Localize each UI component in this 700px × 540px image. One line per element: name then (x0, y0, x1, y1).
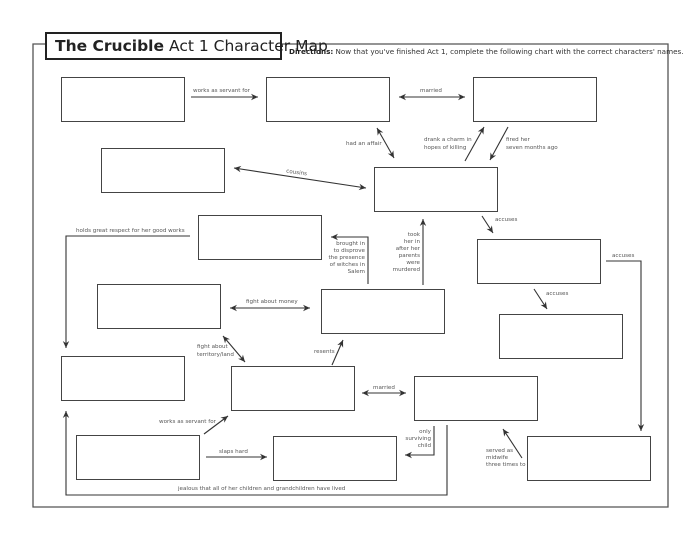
label-resents: resents (314, 349, 335, 355)
title-bold: The Crucible (55, 37, 164, 55)
label-line: were (406, 260, 420, 266)
character-box-10[interactable] (499, 314, 623, 359)
label-married-2: married (373, 385, 395, 391)
label-line: her in (403, 239, 420, 245)
label-fight-land-2: territory/land (197, 352, 234, 358)
character-box-9[interactable] (321, 289, 445, 334)
label-accuses-1: accuses (495, 217, 518, 223)
label-had-affair: had an affair (346, 141, 382, 147)
label-slaps-hard: slaps hard (219, 449, 248, 455)
label-brought-in: brought in to disprove the presence of w… (325, 241, 365, 276)
label-line: midwife (486, 455, 509, 461)
arrow-accuses-1 (481, 215, 494, 234)
label-works-as-servant-1: works as servant for (193, 88, 250, 94)
label-line: three times to (486, 462, 526, 468)
label-line: child (417, 443, 431, 449)
label-drank-charm-2: hopes of killing (424, 145, 467, 151)
label-drank-charm-1: drank a charm in (424, 137, 472, 143)
label-line: murdered (392, 267, 420, 273)
arrow-drank-charm (464, 126, 485, 162)
label-line: served as (486, 448, 514, 454)
label-line: brought in (336, 241, 365, 247)
directions: Directions: Now that you've finished Act… (289, 47, 684, 56)
character-box-1[interactable] (61, 77, 185, 122)
label-fired-her-2: seven months ago (506, 145, 558, 151)
directions-text: Now that you've finished Act 1, complete… (335, 47, 684, 56)
label-line: only (419, 429, 431, 435)
label-fight-land-1: fight about (197, 344, 228, 350)
label-line: surviving (405, 436, 431, 442)
label-line: took (407, 232, 420, 238)
label-line: of witches in (329, 262, 365, 268)
character-box-12[interactable] (231, 366, 355, 411)
label-works-as-servant-2: works as servant for (159, 419, 216, 425)
label-accuses-3: accuses (612, 253, 635, 259)
character-box-14[interactable] (76, 435, 200, 480)
label-line: parents (398, 253, 420, 259)
label-fired-her-1: fired her (506, 137, 530, 143)
character-box-13[interactable] (414, 376, 538, 421)
label-line: Salem (347, 269, 365, 275)
label-married-1: married (420, 88, 442, 94)
character-box-7[interactable] (477, 239, 601, 284)
page-title: The Crucible Act 1 Character Map (45, 32, 328, 60)
directions-label: Directions: (289, 47, 334, 56)
label-line: after her (395, 246, 420, 252)
character-box-5[interactable] (374, 167, 498, 212)
label-took-her-in: took her in after her parents were murde… (385, 232, 420, 274)
character-box-3[interactable] (473, 77, 597, 122)
label-line: the presence (328, 255, 365, 261)
character-box-16[interactable] (527, 436, 651, 481)
character-map: The Crucible Act 1 Character Map Directi… (0, 0, 700, 540)
character-box-8[interactable] (97, 284, 221, 329)
label-holds-respect: holds great respect for her good works (76, 228, 185, 234)
label-line: to disprove (333, 248, 365, 254)
label-midwife: served as midwife three times to (486, 448, 526, 469)
label-jealous: jealous that all of her children and gra… (178, 486, 346, 492)
label-accuses-2: accuses (546, 291, 569, 297)
label-only-child: only surviving child (393, 429, 431, 450)
character-box-15[interactable] (273, 436, 397, 481)
character-box-4[interactable] (101, 148, 225, 193)
label-fight-money: fight about money (246, 299, 298, 305)
character-box-6[interactable] (198, 215, 322, 260)
character-box-11[interactable] (61, 356, 185, 401)
character-box-2[interactable] (266, 77, 390, 122)
